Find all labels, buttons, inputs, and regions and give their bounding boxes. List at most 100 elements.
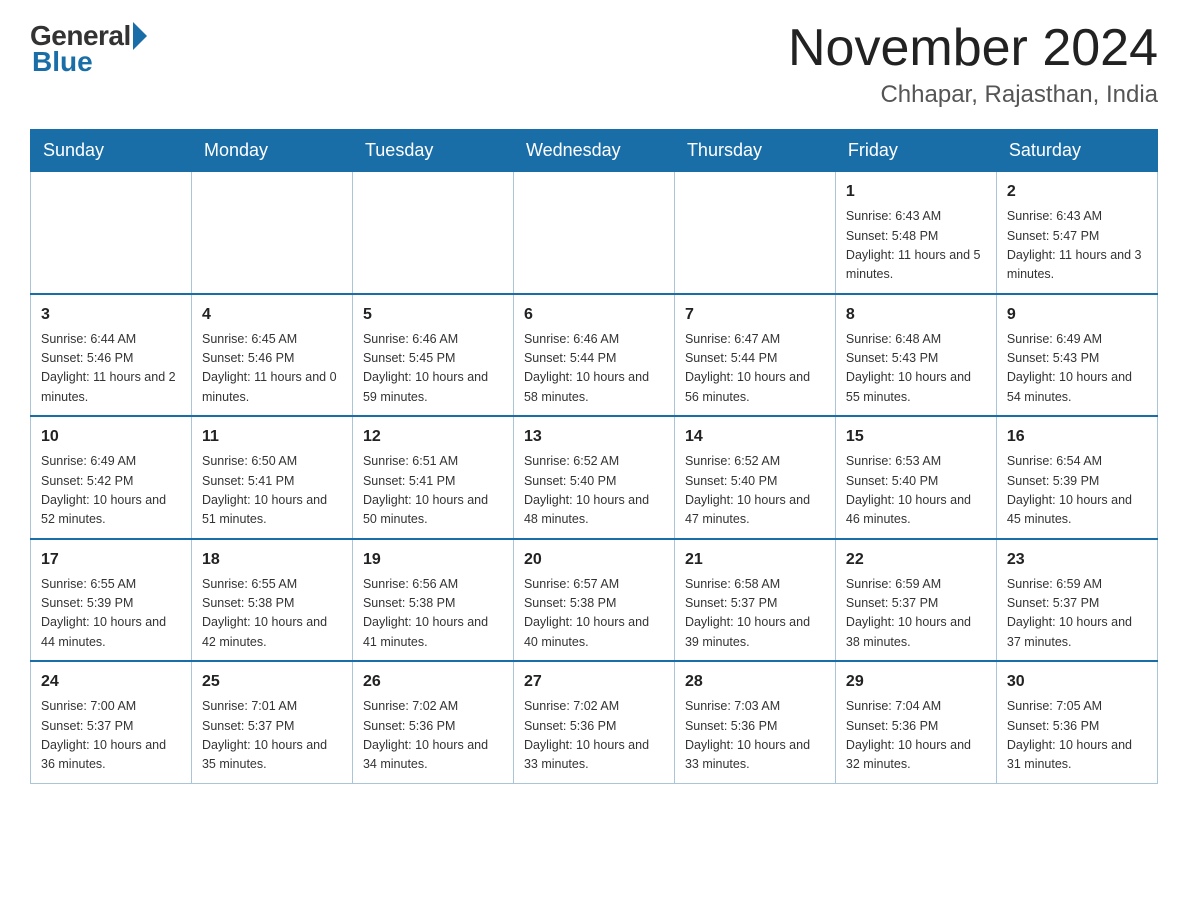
day-number: 29 <box>846 670 986 694</box>
day-number: 16 <box>1007 425 1147 449</box>
day-info: Sunrise: 6:50 AMSunset: 5:41 PMDaylight:… <box>202 452 342 530</box>
day-info: Sunrise: 6:47 AMSunset: 5:44 PMDaylight:… <box>685 330 825 408</box>
calendar-cell: 5Sunrise: 6:46 AMSunset: 5:45 PMDaylight… <box>352 294 513 417</box>
weekday-header-saturday: Saturday <box>996 130 1157 172</box>
day-info: Sunrise: 7:02 AMSunset: 5:36 PMDaylight:… <box>524 697 664 775</box>
day-info: Sunrise: 7:01 AMSunset: 5:37 PMDaylight:… <box>202 697 342 775</box>
calendar-cell: 21 Sunrise: 6:58 AMSunset: 5:37 PMDayligh… <box>674 539 835 662</box>
weekday-header-row: SundayMondayTuesdayWednesdayThursdayFrid… <box>31 130 1158 172</box>
day-number: 2 <box>1007 180 1147 204</box>
calendar-cell: 27 Sunrise: 7:02 AMSunset: 5:36 PMDayligh… <box>513 661 674 783</box>
calendar-cell <box>352 172 513 294</box>
day-info: Sunrise: 7:03 AMSunset: 5:36 PMDaylight:… <box>685 697 825 775</box>
calendar-week-row: 10 Sunrise: 6:49 AMSunset: 5:42 PMDayligh… <box>31 416 1158 539</box>
calendar-cell: 12 Sunrise: 6:51 AMSunset: 5:41 PMDayligh… <box>352 416 513 539</box>
calendar-cell: 28Sunrise: 7:03 AMSunset: 5:36 PMDayligh… <box>674 661 835 783</box>
calendar-cell: 23 Sunrise: 6:59 AMSunset: 5:37 PMDayligh… <box>996 539 1157 662</box>
calendar-week-row: 17 Sunrise: 6:55 AMSunset: 5:39 PMDayligh… <box>31 539 1158 662</box>
day-number: 24 <box>41 670 181 694</box>
day-number: 13 <box>524 425 664 449</box>
day-number: 23 <box>1007 548 1147 572</box>
calendar-cell: 20Sunrise: 6:57 AMSunset: 5:38 PMDayligh… <box>513 539 674 662</box>
calendar-cell: 10 Sunrise: 6:49 AMSunset: 5:42 PMDayligh… <box>31 416 192 539</box>
day-number: 7 <box>685 303 825 327</box>
day-number: 15 <box>846 425 986 449</box>
calendar-cell: 13 Sunrise: 6:52 AMSunset: 5:40 PMDayligh… <box>513 416 674 539</box>
weekday-header-thursday: Thursday <box>674 130 835 172</box>
day-number: 27 <box>524 670 664 694</box>
calendar-cell: 26 Sunrise: 7:02 AMSunset: 5:36 PMDayligh… <box>352 661 513 783</box>
calendar-cell: 14 Sunrise: 6:52 AMSunset: 5:40 PMDayligh… <box>674 416 835 539</box>
day-info: Sunrise: 6:52 AMSunset: 5:40 PMDaylight:… <box>524 452 664 530</box>
calendar-cell: 4Sunrise: 6:45 AMSunset: 5:46 PMDaylight… <box>191 294 352 417</box>
day-number: 19 <box>363 548 503 572</box>
day-info: Sunrise: 6:59 AMSunset: 5:37 PMDaylight:… <box>846 575 986 653</box>
calendar-week-row: 3Sunrise: 6:44 AMSunset: 5:46 PMDaylight… <box>31 294 1158 417</box>
day-number: 14 <box>685 425 825 449</box>
calendar-cell: 17 Sunrise: 6:55 AMSunset: 5:39 PMDayligh… <box>31 539 192 662</box>
day-number: 17 <box>41 548 181 572</box>
calendar-cell <box>674 172 835 294</box>
calendar-cell: 6 Sunrise: 6:46 AMSunset: 5:44 PMDaylight… <box>513 294 674 417</box>
calendar-cell: 8 Sunrise: 6:48 AMSunset: 5:43 PMDaylight… <box>835 294 996 417</box>
calendar-cell: 16Sunrise: 6:54 AMSunset: 5:39 PMDayligh… <box>996 416 1157 539</box>
title-section: November 2024 Chhapar, Rajasthan, India <box>788 20 1158 109</box>
calendar-cell: 19 Sunrise: 6:56 AMSunset: 5:38 PMDayligh… <box>352 539 513 662</box>
day-info: Sunrise: 6:49 AMSunset: 5:43 PMDaylight:… <box>1007 330 1147 408</box>
day-number: 5 <box>363 303 503 327</box>
logo: General Blue <box>30 20 147 78</box>
calendar-cell: 24 Sunrise: 7:00 AMSunset: 5:37 PMDayligh… <box>31 661 192 783</box>
day-info: Sunrise: 6:48 AMSunset: 5:43 PMDaylight:… <box>846 330 986 408</box>
calendar-cell <box>191 172 352 294</box>
day-info: Sunrise: 7:04 AMSunset: 5:36 PMDaylight:… <box>846 697 986 775</box>
location-subtitle: Chhapar, Rajasthan, India <box>788 81 1158 109</box>
day-number: 1 <box>846 180 986 204</box>
day-number: 26 <box>363 670 503 694</box>
day-info: Sunrise: 6:55 AMSunset: 5:39 PMDaylight:… <box>41 575 181 653</box>
page-header: General Blue November 2024 Chhapar, Raja… <box>30 20 1158 109</box>
day-info: Sunrise: 6:53 AMSunset: 5:40 PMDaylight:… <box>846 452 986 530</box>
weekday-header-sunday: Sunday <box>31 130 192 172</box>
day-info: Sunrise: 6:46 AMSunset: 5:44 PMDaylight:… <box>524 330 664 408</box>
day-info: Sunrise: 6:45 AMSunset: 5:46 PMDaylight:… <box>202 330 342 408</box>
day-info: Sunrise: 6:51 AMSunset: 5:41 PMDaylight:… <box>363 452 503 530</box>
day-info: Sunrise: 6:59 AMSunset: 5:37 PMDaylight:… <box>1007 575 1147 653</box>
calendar-week-row: 24 Sunrise: 7:00 AMSunset: 5:37 PMDayligh… <box>31 661 1158 783</box>
calendar-cell: 30 Sunrise: 7:05 AMSunset: 5:36 PMDayligh… <box>996 661 1157 783</box>
day-info: Sunrise: 6:49 AMSunset: 5:42 PMDaylight:… <box>41 452 181 530</box>
calendar-week-row: 1 Sunrise: 6:43 AMSunset: 5:48 PMDaylight… <box>31 172 1158 294</box>
day-number: 6 <box>524 303 664 327</box>
day-info: Sunrise: 6:56 AMSunset: 5:38 PMDaylight:… <box>363 575 503 653</box>
day-number: 30 <box>1007 670 1147 694</box>
calendar-cell: 1 Sunrise: 6:43 AMSunset: 5:48 PMDaylight… <box>835 172 996 294</box>
day-number: 20 <box>524 548 664 572</box>
day-number: 21 <box>685 548 825 572</box>
day-info: Sunrise: 6:43 AMSunset: 5:48 PMDaylight:… <box>846 207 986 285</box>
calendar-cell: 9 Sunrise: 6:49 AMSunset: 5:43 PMDaylight… <box>996 294 1157 417</box>
day-number: 12 <box>363 425 503 449</box>
calendar-cell: 2 Sunrise: 6:43 AMSunset: 5:47 PMDaylight… <box>996 172 1157 294</box>
day-number: 3 <box>41 303 181 327</box>
logo-blue-text: Blue <box>32 46 93 78</box>
calendar-cell: 22Sunrise: 6:59 AMSunset: 5:37 PMDayligh… <box>835 539 996 662</box>
calendar-cell: 25 Sunrise: 7:01 AMSunset: 5:37 PMDayligh… <box>191 661 352 783</box>
day-number: 18 <box>202 548 342 572</box>
calendar-table: SundayMondayTuesdayWednesdayThursdayFrid… <box>30 129 1158 784</box>
day-number: 10 <box>41 425 181 449</box>
day-number: 8 <box>846 303 986 327</box>
day-info: Sunrise: 6:52 AMSunset: 5:40 PMDaylight:… <box>685 452 825 530</box>
day-info: Sunrise: 7:00 AMSunset: 5:37 PMDaylight:… <box>41 697 181 775</box>
day-info: Sunrise: 6:55 AMSunset: 5:38 PMDaylight:… <box>202 575 342 653</box>
calendar-cell: 7 Sunrise: 6:47 AMSunset: 5:44 PMDaylight… <box>674 294 835 417</box>
weekday-header-monday: Monday <box>191 130 352 172</box>
day-info: Sunrise: 6:43 AMSunset: 5:47 PMDaylight:… <box>1007 207 1147 285</box>
day-number: 25 <box>202 670 342 694</box>
day-info: Sunrise: 6:58 AMSunset: 5:37 PMDaylight:… <box>685 575 825 653</box>
day-info: Sunrise: 7:02 AMSunset: 5:36 PMDaylight:… <box>363 697 503 775</box>
day-info: Sunrise: 7:05 AMSunset: 5:36 PMDaylight:… <box>1007 697 1147 775</box>
calendar-cell: 29 Sunrise: 7:04 AMSunset: 5:36 PMDayligh… <box>835 661 996 783</box>
month-year-title: November 2024 <box>788 20 1158 77</box>
day-number: 11 <box>202 425 342 449</box>
day-number: 9 <box>1007 303 1147 327</box>
calendar-cell: 3Sunrise: 6:44 AMSunset: 5:46 PMDaylight… <box>31 294 192 417</box>
